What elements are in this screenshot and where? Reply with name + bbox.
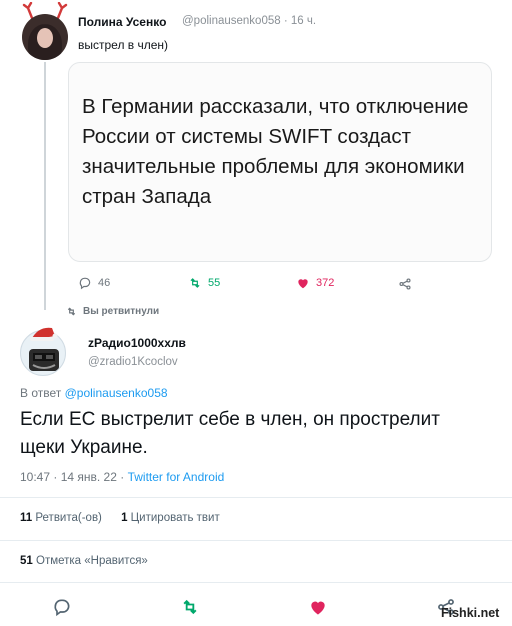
retweet-small-icon xyxy=(67,307,76,316)
quotes-label[interactable]: Цитировать твит xyxy=(131,512,220,524)
likes-stats: 51 Отметка «Нравится» xyxy=(20,555,148,567)
like-count: 372 xyxy=(316,277,335,289)
retweets-count[interactable]: 11 xyxy=(20,512,32,524)
thread-line xyxy=(44,62,46,310)
reply-handle-link[interactable]: @polinausenko058 xyxy=(65,386,168,400)
tweet-text: Если ЕС выстрелит себе в член, он простр… xyxy=(20,409,440,458)
divider xyxy=(0,540,512,541)
tweet-timestamp[interactable]: 10:47 · 14 янв. 22 · xyxy=(20,470,124,484)
share-icon[interactable] xyxy=(398,277,412,291)
heart-icon[interactable] xyxy=(308,597,328,617)
tweet-text: выстрел в член) xyxy=(78,38,169,52)
retweet-action[interactable]: 55 xyxy=(188,276,220,290)
author-handle[interactable]: @zradio1Kcoclov xyxy=(88,356,178,368)
retweets-label[interactable]: Ретвита(-ов) xyxy=(35,512,102,524)
retweet-note-label: Вы ретвитнули xyxy=(83,306,160,317)
tweet-meta: 10:47 · 14 янв. 22 · Twitter for Android xyxy=(20,470,224,484)
news-card-text: В Германии рассказали, что отключение Ро… xyxy=(82,95,469,208)
reply-action[interactable]: 46 xyxy=(78,276,110,290)
reply-prefix: В ответ xyxy=(20,386,62,400)
watermark: Fishki.net xyxy=(441,606,500,620)
engagement-stats: 11 Ретвита(-ов) 1 Цитировать твит xyxy=(20,512,220,524)
reply-icon[interactable] xyxy=(52,597,72,617)
author-name[interactable]: Полина Усенко xyxy=(78,15,166,29)
tweet-source-link[interactable]: Twitter for Android xyxy=(128,470,225,484)
retweet-icon xyxy=(190,278,200,288)
likes-label[interactable]: Отметка «Нравится» xyxy=(36,555,148,567)
author-name[interactable]: zРадио1000xxлв xyxy=(88,336,186,350)
like-action[interactable]: 372 xyxy=(296,276,334,290)
reply-icon xyxy=(79,277,91,290)
author-handle-time[interactable]: @polinausenko058 · 16 ч. xyxy=(182,15,316,27)
santa-hat-icon xyxy=(30,327,58,341)
quotes-count[interactable]: 1 xyxy=(121,512,127,524)
heart-icon xyxy=(298,279,308,289)
reply-to-line: В ответ @polinausenko058 xyxy=(20,386,168,400)
retweet-icon[interactable] xyxy=(180,597,200,617)
avatar[interactable] xyxy=(22,14,68,60)
divider xyxy=(0,497,512,498)
retweet-note: Вы ретвитнули xyxy=(66,306,159,317)
likes-count[interactable]: 51 xyxy=(20,555,33,567)
divider xyxy=(0,582,512,583)
reply-count: 46 xyxy=(98,277,111,289)
retweet-count: 55 xyxy=(208,277,221,289)
